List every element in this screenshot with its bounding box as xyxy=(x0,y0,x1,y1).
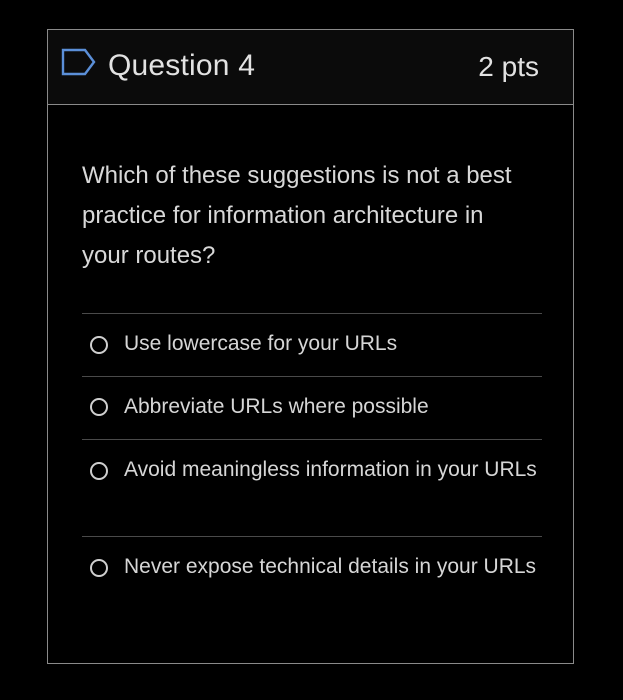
answer-label: Never expose technical details in your U… xyxy=(124,555,537,578)
answer-option[interactable]: Avoid meaningless information in your UR… xyxy=(82,440,542,537)
question-prompt: Which of these suggestions is not a best… xyxy=(82,162,512,269)
answer-option[interactable]: Use lowercase for your URLs xyxy=(82,314,542,377)
answer-label: Abbreviate URLs where possible xyxy=(124,395,429,418)
question-header: Question 4 2 pts xyxy=(48,30,573,105)
question-title: Question 4 xyxy=(108,49,256,82)
answer-list: Use lowercase for your URLs Abbreviate U… xyxy=(82,313,542,634)
radio-button-icon[interactable] xyxy=(90,398,108,416)
question-points: 2 pts xyxy=(478,51,539,82)
answer-option[interactable]: Never expose technical details in your U… xyxy=(82,537,542,634)
radio-button-icon[interactable] xyxy=(90,559,108,577)
answer-option[interactable]: Abbreviate URLs where possible xyxy=(82,377,542,440)
radio-button-icon[interactable] xyxy=(90,336,108,354)
radio-button-icon[interactable] xyxy=(90,462,108,480)
answer-label: Avoid meaningless information in your UR… xyxy=(124,458,537,481)
question-card: Question 4 2 pts Which of these suggesti… xyxy=(47,29,574,664)
flag-question-icon[interactable] xyxy=(61,48,97,76)
answer-label: Use lowercase for your URLs xyxy=(124,332,398,355)
